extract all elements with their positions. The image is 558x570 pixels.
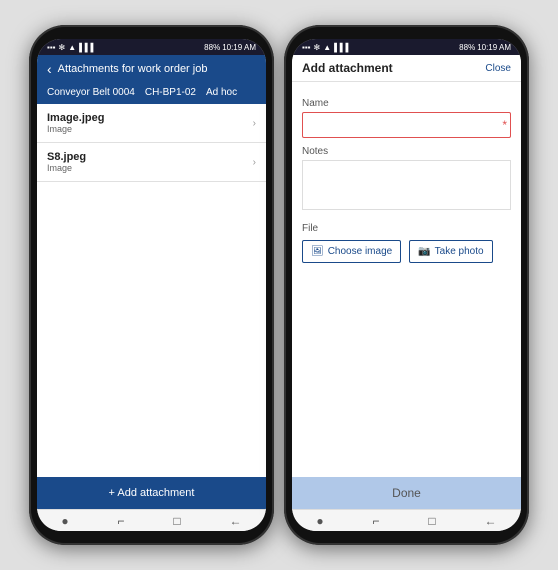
status-right-1: 88% 10:19 AM	[204, 43, 256, 52]
equipment-name: Conveyor Belt 0004	[47, 87, 135, 98]
take-photo-button[interactable]: 📷 Take photo	[409, 240, 492, 263]
attachment-type-2: Image	[47, 163, 86, 173]
bottom-nav-1: ● ⌐ □ ←	[37, 509, 266, 531]
info-bar: Conveyor Belt 0004 CH-BP1-02 Ad hoc	[37, 83, 266, 104]
take-photo-icon: 📷	[418, 246, 430, 257]
done-button[interactable]: Done	[292, 477, 521, 509]
phone-1: ▪▪▪ ✻ ▲ ▌▌▌ 88% 10:19 AM ‹ Attachments f…	[29, 25, 274, 545]
status-left-2: ▪▪▪ ✻ ▲ ▌▌▌	[302, 43, 351, 52]
name-input-wrapper: *	[302, 112, 511, 138]
form-body: Name * Notes File 🖼 Choose image	[292, 82, 521, 477]
battery-percent: 88%	[204, 43, 220, 52]
choose-image-icon: 🖼	[311, 246, 324, 257]
square-nav-icon-2[interactable]: □	[428, 514, 435, 528]
attachment-info-1: Image.jpeg Image	[47, 112, 104, 134]
wifi-icon: ▲	[68, 43, 76, 52]
home-nav-icon[interactable]: ●	[61, 514, 68, 528]
back-button[interactable]: ‹	[47, 61, 52, 77]
clock-2: 10:19 AM	[477, 43, 511, 52]
equipment-code: CH-BP1-02	[145, 87, 196, 98]
choose-image-button[interactable]: 🖼 Choose image	[302, 240, 401, 263]
nav-title: Attachments for work order job	[58, 63, 208, 75]
recent-nav-icon[interactable]: ⌐	[118, 514, 125, 528]
attachment-name-1: Image.jpeg	[47, 112, 104, 124]
attachment-name-2: S8.jpeg	[47, 151, 86, 163]
nav-bar-1: ‹ Attachments for work order job	[37, 55, 266, 83]
attachment-item-1[interactable]: Image.jpeg Image ›	[37, 104, 266, 143]
bottom-nav-2: ● ⌐ □ ←	[292, 509, 521, 531]
status-bar-2: ▪▪▪ ✻ ▲ ▌▌▌ 88% 10:19 AM	[292, 39, 521, 55]
recent-nav-icon-2[interactable]: ⌐	[373, 514, 380, 528]
file-buttons: 🖼 Choose image 📷 Take photo	[302, 240, 511, 263]
signal-icon: ▪▪▪	[47, 43, 56, 52]
bluetooth-icon: ✻	[59, 43, 66, 52]
status-right-2: 88% 10:19 AM	[459, 43, 511, 52]
close-button[interactable]: Close	[485, 63, 511, 74]
back-nav-icon-2[interactable]: ←	[485, 514, 497, 528]
phone-2-screen: ▪▪▪ ✻ ▲ ▌▌▌ 88% 10:19 AM Add attachment …	[292, 39, 521, 531]
add-attachment-header: Add attachment Close	[292, 55, 521, 82]
clock: 10:19 AM	[222, 43, 256, 52]
notes-input[interactable]	[302, 160, 511, 210]
attachment-type-1: Image	[47, 124, 104, 134]
phone-2: ▪▪▪ ✻ ▲ ▌▌▌ 88% 10:19 AM Add attachment …	[284, 25, 529, 545]
bluetooth-icon-2: ✻	[314, 43, 321, 52]
status-bar-1: ▪▪▪ ✻ ▲ ▌▌▌ 88% 10:19 AM	[37, 39, 266, 55]
status-left-1: ▪▪▪ ✻ ▲ ▌▌▌	[47, 43, 96, 52]
wifi-icon-2: ▲	[323, 43, 331, 52]
required-star: *	[502, 118, 507, 132]
file-section: File 🖼 Choose image 📷 Take photo	[302, 223, 511, 263]
name-input[interactable]	[302, 112, 511, 138]
chevron-icon-2: ›	[253, 157, 256, 168]
signal-icon-2: ▪▪▪	[302, 43, 311, 52]
attachments-list: Image.jpeg Image › S8.jpeg Image ›	[37, 104, 266, 477]
signal-bars: ▌▌▌	[79, 43, 96, 52]
attachment-info-2: S8.jpeg Image	[47, 151, 86, 173]
choose-image-label: Choose image	[328, 246, 392, 257]
notes-label: Notes	[302, 146, 511, 157]
add-attachment-button[interactable]: + Add attachment	[37, 477, 266, 509]
signal-bars-2: ▌▌▌	[334, 43, 351, 52]
phone-1-screen: ▪▪▪ ✻ ▲ ▌▌▌ 88% 10:19 AM ‹ Attachments f…	[37, 39, 266, 531]
file-label: File	[302, 223, 511, 234]
name-label: Name	[302, 98, 511, 109]
back-nav-icon[interactable]: ←	[230, 514, 242, 528]
attachment-item-2[interactable]: S8.jpeg Image ›	[37, 143, 266, 182]
battery-percent-2: 88%	[459, 43, 475, 52]
square-nav-icon[interactable]: □	[173, 514, 180, 528]
work-order-type: Ad hoc	[206, 87, 237, 98]
chevron-icon-1: ›	[253, 118, 256, 129]
add-attachment-title: Add attachment	[302, 61, 393, 75]
home-nav-icon-2[interactable]: ●	[316, 514, 323, 528]
take-photo-label: Take photo	[435, 246, 484, 257]
